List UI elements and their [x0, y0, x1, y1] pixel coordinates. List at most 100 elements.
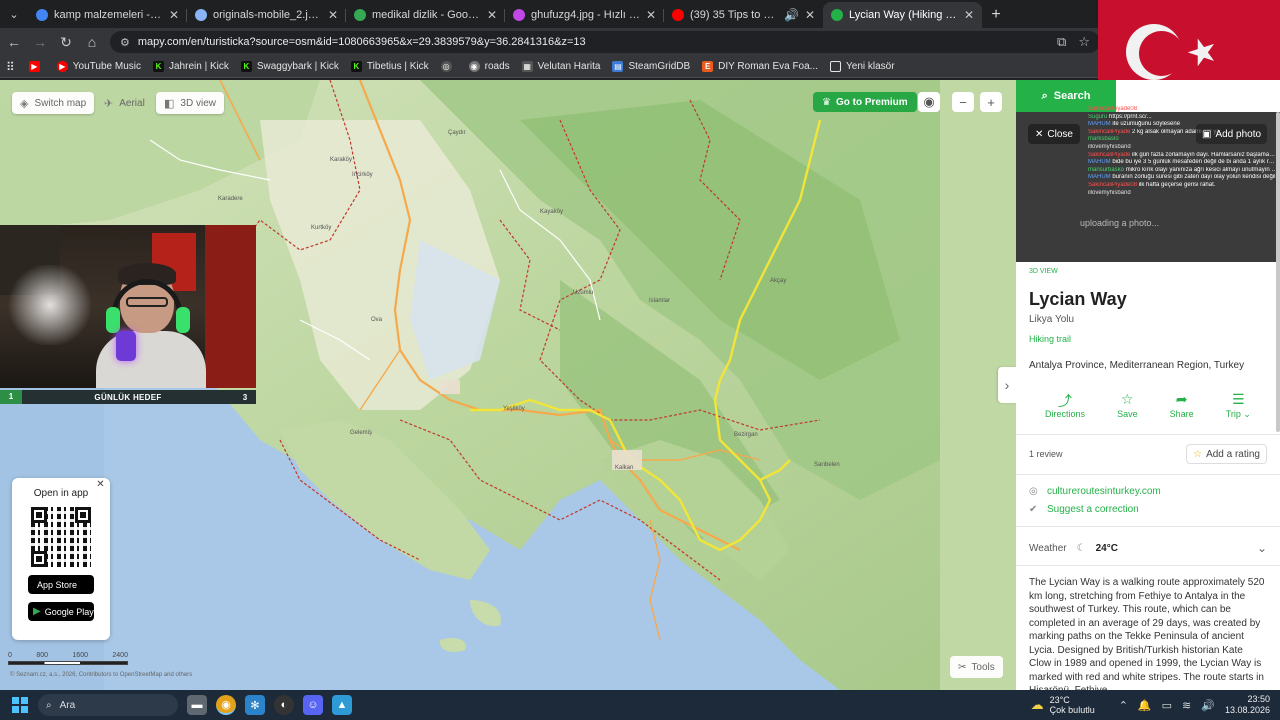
- bookmark-item[interactable]: ▤ SteamGridDB: [612, 61, 690, 72]
- install-icon[interactable]: ⧉: [1057, 34, 1066, 50]
- browser-tab[interactable]: (39) 35 Tips to Lighten Your🔊✕: [664, 2, 823, 28]
- windows-start-icon[interactable]: [12, 697, 28, 713]
- aerial-button[interactable]: ✈ Aerial: [96, 92, 153, 114]
- volume-icon[interactable]: 🔊: [1201, 699, 1215, 712]
- website-link[interactable]: ◎ cultureroutesinturkey.com: [1029, 486, 1267, 497]
- review-count[interactable]: 1 review: [1029, 449, 1063, 459]
- browser-tab-active[interactable]: Lycian Way (Hiking trail) • Map✕: [823, 2, 982, 28]
- bell-icon[interactable]: 🔔: [1138, 699, 1152, 712]
- tab-search-icon[interactable]: ⌄: [0, 0, 28, 28]
- new-tab-button[interactable]: +: [982, 2, 1010, 28]
- globe-icon: [195, 9, 207, 21]
- chrome-icon[interactable]: ◉: [216, 695, 236, 715]
- mapy-icon: [831, 9, 843, 21]
- bookmark-item[interactable]: ▶ YouTube Music: [56, 61, 141, 72]
- share-button[interactable]: ➦ Share: [1170, 391, 1194, 420]
- forward-icon[interactable]: →: [28, 30, 52, 54]
- add-rating-button[interactable]: ☆ Add a rating: [1186, 444, 1267, 464]
- place-type-link[interactable]: Hiking trail: [1029, 334, 1267, 344]
- google-play-button[interactable]: ▶ Google Play: [28, 602, 94, 621]
- suggest-correction-link[interactable]: ✔ Suggest a correction: [1029, 504, 1267, 515]
- close-tab-icon[interactable]: ✕: [328, 8, 338, 22]
- map-attribution[interactable]: © Seznam.cz, a.s., 2026, Contributors to…: [10, 672, 192, 678]
- collapse-panel-icon[interactable]: ›: [998, 367, 1016, 403]
- 3d-view-button[interactable]: ◧ 3D view: [156, 92, 224, 114]
- action-row: ⤴ Directions ☆ Save ➦ Share ☰ Trip ⌄: [1029, 391, 1267, 420]
- zoom-out-button[interactable]: −: [952, 92, 974, 112]
- bookmark-item[interactable]: ▦ Velutan Harita: [521, 61, 600, 72]
- switch-map-button[interactable]: ◈ Switch map: [12, 92, 95, 114]
- chat-message: mansurbasko mikro kırık olayı yanınıza a…: [1088, 167, 1278, 175]
- close-tab-icon[interactable]: ✕: [964, 8, 974, 22]
- mute-icon[interactable]: 🔊: [784, 8, 799, 22]
- clock[interactable]: 23:50 13.08.2026: [1225, 694, 1270, 716]
- taskbar-search[interactable]: ⌕ Ara: [38, 694, 178, 716]
- bookmark-item[interactable]: K Tibetius | Kick: [350, 61, 429, 72]
- bookmark-item[interactable]: E DIY Roman Eva Foa...: [702, 61, 818, 72]
- bookmark-item[interactable]: ◉ roads: [468, 61, 510, 72]
- place-detail-panel: uploading a photo... ⌕ Search SakincaliPi…: [1016, 80, 1280, 690]
- tools-button[interactable]: ✂ Tools: [950, 656, 1003, 678]
- chat-username: SakincaliPiyade08: [1088, 106, 1138, 112]
- close-tab-icon[interactable]: ✕: [646, 8, 656, 22]
- discord-icon[interactable]: ☺: [303, 695, 323, 715]
- map-grid-icon: ▦: [521, 61, 533, 72]
- home-icon[interactable]: ⌂: [80, 30, 104, 54]
- plane-icon: ✈: [104, 97, 114, 110]
- place-label: Karaköy: [330, 157, 353, 163]
- etsy-icon: E: [702, 61, 714, 72]
- system-tray: ☁ 23°C Çok bulutlu ⌃ 🔔 ▭ ≋ 🔊 23:50 13.08.2…: [1030, 694, 1270, 716]
- zoom-in-button[interactable]: +: [980, 92, 1002, 112]
- close-icon[interactable]: ✕: [94, 478, 107, 491]
- browser-tab[interactable]: ghufuzg4.jpg - Hızlı Resim✕: [505, 2, 664, 28]
- star-icon: ☆: [1193, 448, 1203, 460]
- trip-button[interactable]: ☰ Trip ⌄: [1226, 391, 1251, 420]
- apps-icon[interactable]: ⠿: [6, 60, 15, 74]
- browser-tab[interactable]: kamp malzemeleri - Google'da✕: [28, 2, 187, 28]
- browser-tab[interactable]: originals-mobile_2.jpg (1000×)✕: [187, 2, 346, 28]
- wifi-icon[interactable]: ≋: [1182, 699, 1191, 712]
- reload-icon[interactable]: ↻: [54, 30, 78, 54]
- weather-cloud-icon[interactable]: ☁: [1031, 697, 1044, 713]
- chat-text: Yürüyüş ölcüye baktın sadece: [1138, 106, 1219, 112]
- bookmark-item[interactable]: K Jahrein | Kick: [153, 61, 229, 72]
- weather-row[interactable]: Weather ☾ 24°C ⌄: [1029, 541, 1267, 555]
- bookmark-star-icon[interactable]: ☆: [1078, 34, 1090, 50]
- close-tab-icon[interactable]: ✕: [169, 8, 179, 22]
- chat-message: SakincaliPiyade ilk gün fazla zorlamayın…: [1088, 152, 1278, 160]
- site-info-icon[interactable]: ⚙: [120, 36, 130, 49]
- globe-icon: ◉: [468, 61, 480, 72]
- shopping-icon: [354, 9, 366, 21]
- settings-app-icon[interactable]: ✻: [245, 695, 265, 715]
- chat-username: SakincaliPiyade08: [1088, 181, 1138, 188]
- close-button[interactable]: ✕ Close: [1028, 124, 1080, 144]
- chevron-down-icon[interactable]: ⌄: [1257, 541, 1267, 555]
- chevron-up-icon[interactable]: ⌃: [1119, 699, 1128, 712]
- browser-tab[interactable]: medikal dizlik - Google Alışver✕: [346, 2, 505, 28]
- add-photo-button[interactable]: ▣ Add photo: [1196, 124, 1268, 144]
- close-tab-icon[interactable]: ✕: [487, 8, 497, 22]
- bookmark-item[interactable]: ▶: [28, 61, 45, 72]
- back-icon[interactable]: ←: [2, 30, 26, 54]
- daily-goal-bar: 1 GÜNLÜK HEDEF 3: [0, 390, 256, 404]
- place-label: Kalkan: [615, 465, 634, 471]
- bookmark-item[interactable]: K Swaggybark | Kick: [240, 61, 339, 72]
- place-region: Antalya Province, Mediterranean Region, …: [1029, 360, 1245, 371]
- close-tab-icon[interactable]: ✕: [805, 8, 815, 22]
- chat-username: MAHUM: [1088, 159, 1111, 166]
- save-button[interactable]: ☆ Save: [1117, 391, 1138, 420]
- directions-button[interactable]: ⤴ Directions: [1045, 391, 1085, 420]
- app-icon[interactable]: ▲: [332, 695, 352, 715]
- place-label: Kurtköy: [311, 225, 332, 231]
- file-explorer-icon[interactable]: ▬: [187, 695, 207, 715]
- locate-me-button[interactable]: ◉: [918, 92, 940, 112]
- address-bar[interactable]: ⚙ mapy.com/en/turisticka?source=osm&id=1…: [110, 31, 1100, 53]
- display-icon[interactable]: ▭: [1162, 699, 1172, 712]
- obs-icon[interactable]: ◐: [274, 695, 294, 715]
- 3d-view-link[interactable]: 3D VIEW: [1029, 268, 1267, 275]
- bookmark-item[interactable]: ◎: [440, 61, 457, 72]
- bookmark-folder[interactable]: Yeni klasör: [830, 61, 895, 72]
- go-to-premium-button[interactable]: ♛ Go to Premium: [813, 92, 917, 112]
- place-description: The Lycian Way is a walking route approx…: [1029, 577, 1265, 690]
- app-store-button[interactable]: App Store: [28, 575, 94, 594]
